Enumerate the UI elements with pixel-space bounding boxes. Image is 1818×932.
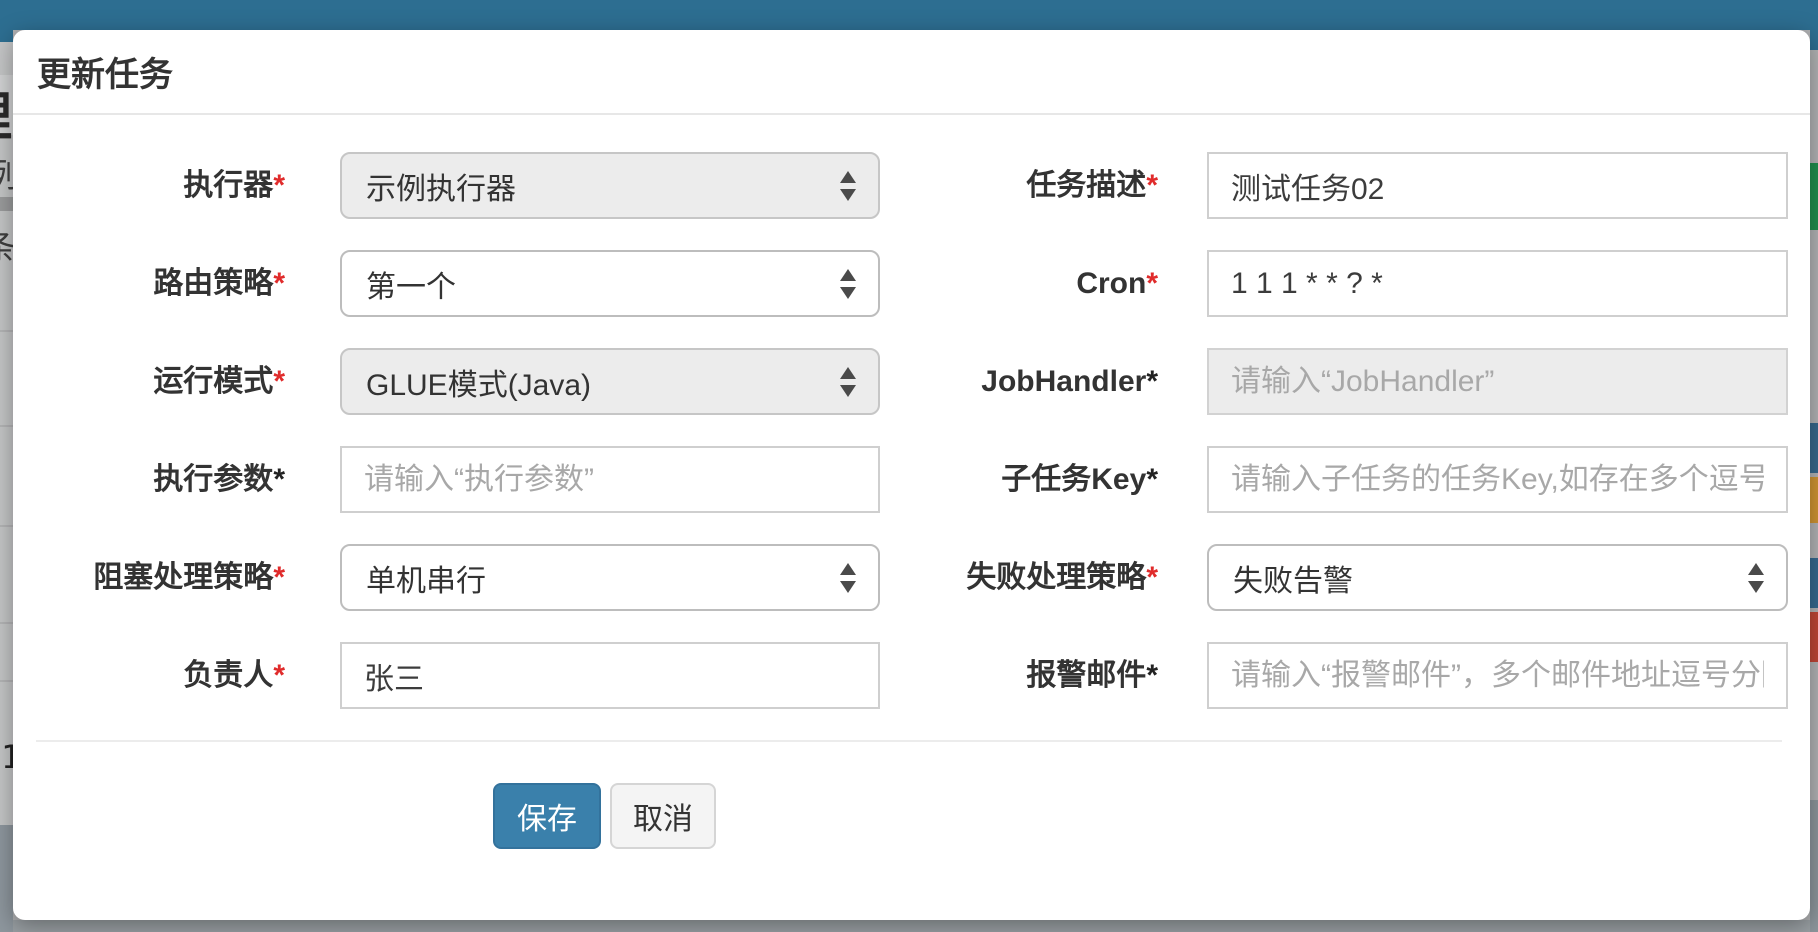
- backdrop-band: [0, 197, 13, 211]
- required-mark: *: [273, 463, 285, 496]
- save-button[interactable]: 保存: [493, 783, 601, 849]
- form-row: 阻塞处理策略* 单机串行 失败处理策略* 失败告警: [13, 544, 1810, 611]
- required-mark: *: [273, 365, 285, 398]
- form-row: 负责人* 报警邮件*: [13, 642, 1810, 709]
- required-mark: *: [1146, 659, 1158, 692]
- backdrop-blue-block: [1810, 423, 1818, 473]
- required-mark: *: [273, 561, 285, 594]
- form-row: 执行参数* 子任务Key*: [13, 446, 1810, 513]
- block-strategy-label: 阻塞处理策略*: [33, 544, 285, 611]
- job-desc-input[interactable]: [1207, 152, 1788, 219]
- executor-label: 执行器*: [33, 152, 285, 219]
- job-desc-label: 任务描述*: [913, 152, 1158, 219]
- required-mark: *: [273, 659, 285, 692]
- backdrop-band: [1810, 662, 1818, 800]
- route-strategy-select[interactable]: 第一个: [340, 250, 880, 317]
- required-mark: *: [273, 169, 285, 202]
- backdrop-row-line: [0, 525, 13, 527]
- select-arrows-icon: [840, 562, 856, 594]
- executor-param-label: 执行参数*: [33, 446, 285, 513]
- form-row: 路由策略* 第一个 Cron*: [13, 250, 1810, 317]
- job-handler-label: JobHandler*: [913, 348, 1158, 415]
- update-task-form: 执行器* 示例执行器 任务描述* 路由策略* 第一个 Cron* 运行模式* G…: [13, 115, 1810, 709]
- backdrop-red-block: [1810, 612, 1818, 662]
- modal-footer: 保存 取消: [13, 783, 1810, 849]
- backdrop-right-strip: [1810, 0, 1818, 932]
- fail-strategy-label: 失败处理策略*: [913, 544, 1158, 611]
- modal-header: 更新任务: [13, 30, 1810, 115]
- backdrop-band: [1810, 230, 1818, 423]
- modal-title: 更新任务: [37, 47, 173, 96]
- backdrop-header-corner: [0, 30, 13, 42]
- backdrop-footer: [0, 825, 13, 932]
- cron-label: Cron*: [913, 250, 1158, 317]
- backdrop-row-line: [0, 425, 13, 427]
- author-input[interactable]: [340, 642, 880, 709]
- executor-select: 示例执行器: [340, 152, 880, 219]
- child-jobkey-label: 子任务Key*: [913, 446, 1158, 513]
- update-task-modal: 更新任务 执行器* 示例执行器 任务描述* 路由策略* 第一个 Cron* 运行…: [13, 30, 1810, 920]
- page-header-bar: [0, 0, 1818, 30]
- fail-strategy-select[interactable]: 失败告警: [1207, 544, 1788, 611]
- select-arrows-icon: [840, 170, 856, 202]
- backdrop-row-line: [0, 330, 13, 332]
- form-row: 执行器* 示例执行器 任务描述*: [13, 152, 1810, 219]
- required-mark: *: [1146, 561, 1158, 594]
- backdrop-green-block: [1810, 163, 1818, 230]
- backdrop-row-line: [0, 680, 13, 682]
- route-strategy-label: 路由策略*: [33, 250, 285, 317]
- glue-type-select: GLUE模式(Java): [340, 348, 880, 415]
- select-arrows-icon: [1748, 562, 1764, 594]
- cancel-button[interactable]: 取消: [610, 783, 716, 849]
- required-mark: *: [273, 267, 285, 300]
- backdrop-row-line: [0, 622, 13, 624]
- select-arrows-icon: [840, 268, 856, 300]
- required-mark: *: [1146, 169, 1158, 202]
- backdrop-header-corner: [1810, 0, 1818, 50]
- alarm-email-input[interactable]: [1207, 642, 1788, 709]
- backdrop-left-strip: 理 例 条 1: [0, 30, 13, 932]
- backdrop-number-fragment: 1: [1, 738, 13, 776]
- executor-param-input[interactable]: [340, 446, 880, 513]
- author-label: 负责人*: [33, 642, 285, 709]
- backdrop-band: [1810, 50, 1818, 163]
- block-strategy-select[interactable]: 单机串行: [340, 544, 880, 611]
- alarm-email-label: 报警邮件*: [913, 642, 1158, 709]
- backdrop-orange-block: [1810, 477, 1818, 523]
- cron-input[interactable]: [1207, 250, 1788, 317]
- required-mark: *: [1146, 267, 1158, 300]
- child-jobkey-input[interactable]: [1207, 446, 1788, 513]
- backdrop-text-fragment: 例: [0, 148, 13, 197]
- footer-divider: [36, 740, 1782, 742]
- form-row: 运行模式* GLUE模式(Java) JobHandler*: [13, 348, 1810, 415]
- job-handler-input: [1207, 348, 1788, 415]
- backdrop-blue-block: [1810, 558, 1818, 608]
- backdrop-band: [1810, 523, 1818, 558]
- select-arrows-icon: [840, 366, 856, 398]
- backdrop-text-fragment: 条: [0, 220, 13, 269]
- backdrop-bottom-band: [13, 920, 1810, 932]
- required-mark: *: [1146, 463, 1158, 496]
- glue-type-label: 运行模式*: [33, 348, 285, 415]
- backdrop-heading-fragment: 理: [0, 75, 12, 150]
- required-mark: *: [1146, 365, 1158, 398]
- backdrop-footer: [1810, 800, 1818, 932]
